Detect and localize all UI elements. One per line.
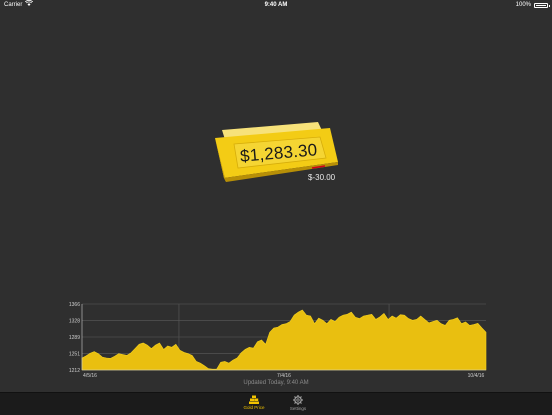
gold-bars-icon [234, 395, 274, 404]
gear-icon [278, 395, 318, 405]
tab-settings-label: Settings [289, 406, 307, 411]
price-chart[interactable]: 1366 1328 1289 1251 1212 4/5/16 7/4/16 10/4/16 [60, 298, 492, 382]
price-area [81, 309, 487, 371]
status-right: 100% [515, 0, 550, 10]
updated-label: Updated Today, 9:40 AM [243, 380, 309, 386]
price-chart-svg: 1366 1328 1289 1251 12124/5/16 7/4/16 10/4/16 [69, 302, 487, 379]
y-tick-label: 1328 [69, 318, 80, 324]
battery-icon [534, 2, 550, 8]
battery-percent: 100% [515, 2, 531, 8]
y-tick-label: 1251 [69, 351, 80, 357]
price-change: $-30.00 [308, 173, 336, 182]
y-tick-label: 1366 [69, 302, 80, 308]
tab-settings[interactable]: Settings [278, 395, 318, 411]
x-tick-label: 10/4/16 [468, 373, 485, 379]
tab-gold-price[interactable]: Gold Price [234, 395, 274, 410]
x-tick-label: 7/4/16 [277, 373, 291, 379]
y-tick-label: 1212 [69, 368, 80, 374]
x-tick-label: 4/5/16 [83, 373, 97, 379]
battery-level [536, 4, 546, 6]
clock: 9:40 AM [264, 2, 288, 8]
tab-bar: Gold Price Settings [0, 392, 552, 415]
y-tick-label: 1289 [69, 335, 80, 341]
tab-gold-price-label: Gold Price [243, 405, 265, 410]
status-bar: Carrier 9:40 AM 100% [0, 0, 552, 10]
